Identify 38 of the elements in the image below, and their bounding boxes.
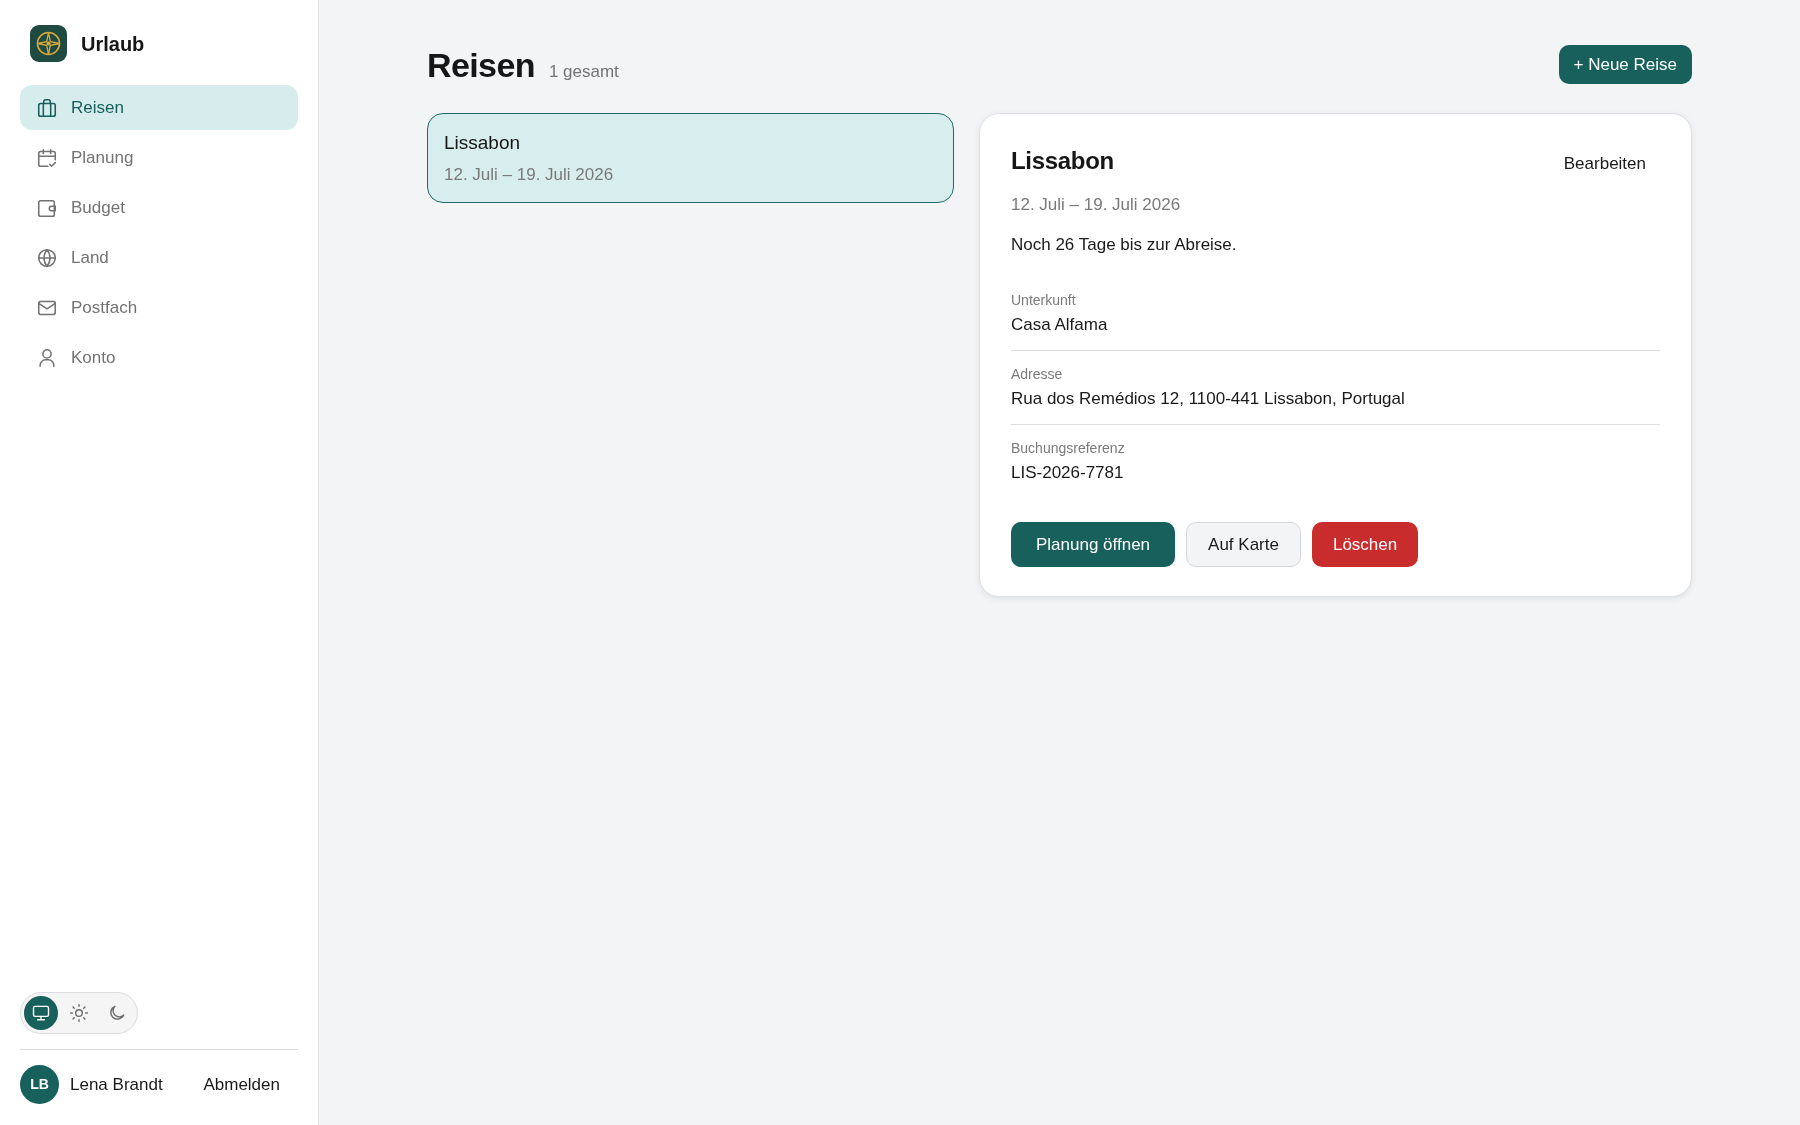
nav-item[interactable]: Konto <box>20 335 298 380</box>
person-icon <box>36 346 58 369</box>
nav-item[interactable]: Planung <box>20 135 298 180</box>
globe-icon <box>36 246 58 269</box>
monitor-icon <box>31 1003 51 1023</box>
user-name: Lena Brandt <box>70 1073 163 1096</box>
trip-title: Lissabon <box>1011 146 1114 176</box>
sun-icon <box>69 1003 89 1023</box>
user-avatar: LB <box>20 1065 59 1104</box>
trip-name: Lissabon <box>444 131 522 155</box>
field-label: Unterkunft <box>1011 291 1077 310</box>
moon-icon <box>107 1003 127 1023</box>
nav-item[interactable]: Land <box>20 235 298 280</box>
field-value: Casa Alfama <box>1011 314 1109 336</box>
compass-logo-icon <box>30 25 67 62</box>
delete-button[interactable]: Löschen <box>1311 522 1419 567</box>
new-trip-button[interactable]: + Neue Reise <box>1558 45 1692 84</box>
map-button[interactable]: Auf Karte <box>1186 522 1301 567</box>
field-value: Rua dos Remédios 12, 1100-441 Lissabon, Portugal <box>1011 388 1406 410</box>
edit-button[interactable]: Bearbeiten <box>1549 145 1660 183</box>
nav-item[interactable]: Reisen <box>20 85 298 130</box>
countdown-text: Noch 26 Tage bis zur Abreise. <box>1011 234 1238 256</box>
trip-dates: 12. Juli – 19. Juli 2026 <box>444 164 615 186</box>
field-value: LIS-2026-7781 <box>1011 462 1125 484</box>
page-title: Reisen <box>427 44 535 85</box>
nav-item[interactable]: Budget <box>20 185 298 230</box>
trip-dates: 12. Juli – 19. Juli 2026 <box>1011 194 1182 216</box>
calendar-check-icon <box>36 146 58 169</box>
field-label: Buchungsreferenz <box>1011 439 1126 458</box>
open-planning-button[interactable]: Planung öffnen <box>1011 522 1176 567</box>
logout-link[interactable]: Abmelden <box>203 1071 280 1098</box>
briefcase-icon <box>36 96 58 119</box>
app-title: Urlaub <box>81 31 145 57</box>
field-label: Adresse <box>1011 365 1064 384</box>
theme-option[interactable] <box>24 996 58 1030</box>
trip-count: 1 gesamt <box>548 60 619 83</box>
trip-list-item[interactable]: Lissabon 12. Juli – 19. Juli 2026 <box>427 113 954 203</box>
nav-item[interactable]: Postfach <box>20 285 298 330</box>
